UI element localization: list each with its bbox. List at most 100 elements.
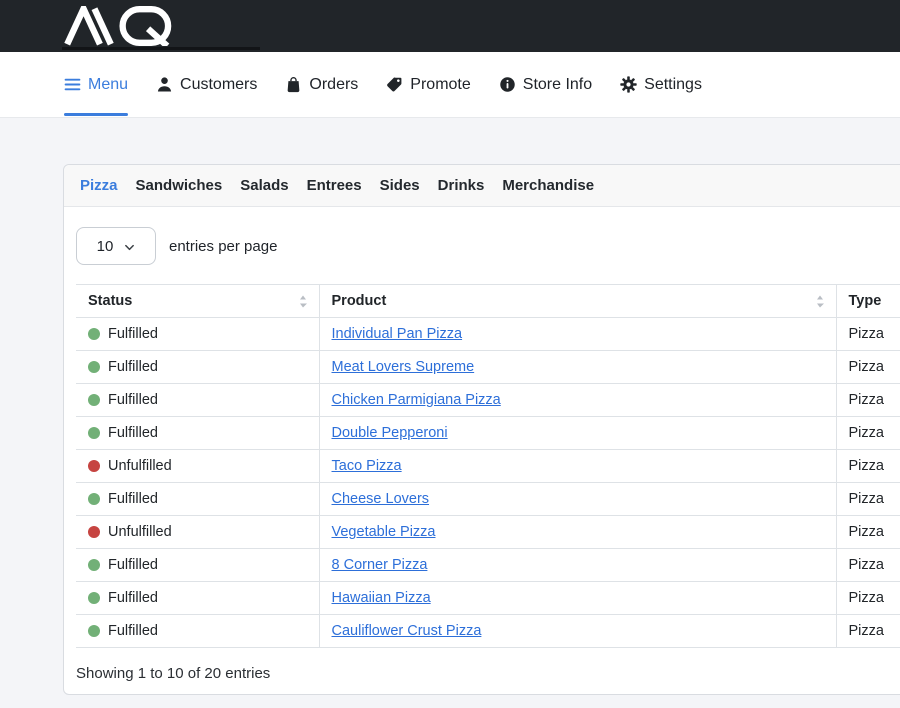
column-header-label: Type xyxy=(849,293,882,309)
table-row: Fulfilled Individual Pan Pizza Pizza xyxy=(76,318,900,351)
nav-item-label: Customers xyxy=(180,76,257,94)
card-body: 10 entries per page Status Product xyxy=(64,207,900,694)
column-header-label: Status xyxy=(88,293,132,309)
type-label: Pizza xyxy=(849,458,884,474)
nav-item-label: Store Info xyxy=(523,76,592,94)
tab-drinks[interactable]: Drinks xyxy=(438,177,485,194)
type-label: Pizza xyxy=(849,623,884,639)
type-cell: Pizza xyxy=(836,318,900,351)
product-link[interactable]: Taco Pizza xyxy=(332,458,402,474)
type-label: Pizza xyxy=(849,392,884,408)
product-link[interactable]: Meat Lovers Supreme xyxy=(332,359,475,375)
entries-summary: Showing 1 to 10 of 20 entries xyxy=(76,665,900,682)
status-label: Fulfilled xyxy=(108,590,158,606)
table-row: Fulfilled Hawaiian Pizza Pizza xyxy=(76,582,900,615)
product-link[interactable]: Cauliflower Crust Pizza xyxy=(332,623,482,639)
logo-aiq-graphic xyxy=(63,6,175,46)
status-label: Fulfilled xyxy=(108,623,158,639)
status-label: Fulfilled xyxy=(108,557,158,573)
active-nav-underline xyxy=(64,113,128,116)
column-header-product[interactable]: Product xyxy=(319,285,836,318)
type-cell: Pizza xyxy=(836,582,900,615)
type-label: Pizza xyxy=(849,425,884,441)
tag-icon xyxy=(386,76,403,93)
table-row: Unfulfilled Taco Pizza Pizza xyxy=(76,450,900,483)
logo-underline xyxy=(62,47,260,50)
status-label: Fulfilled xyxy=(108,392,158,408)
product-link[interactable]: Vegetable Pizza xyxy=(332,524,436,540)
status-cell: Fulfilled xyxy=(76,483,319,516)
table-row: Fulfilled Meat Lovers Supreme Pizza xyxy=(76,351,900,384)
page-size-label: entries per page xyxy=(169,238,277,255)
type-label: Pizza xyxy=(849,326,884,342)
main-content: Pizza Sandwiches Salads Entrees Sides Dr… xyxy=(0,118,900,695)
tab-salads[interactable]: Salads xyxy=(240,177,288,194)
status-dot-icon xyxy=(88,460,100,472)
nav-item-store-info[interactable]: Store Info xyxy=(499,52,592,118)
type-label: Pizza xyxy=(849,491,884,507)
product-cell: Cauliflower Crust Pizza xyxy=(319,615,836,648)
product-cell: Double Pepperoni xyxy=(319,417,836,450)
status-label: Fulfilled xyxy=(108,425,158,441)
status-label: Fulfilled xyxy=(108,326,158,342)
nav-item-settings[interactable]: Settings xyxy=(620,52,702,118)
type-label: Pizza xyxy=(849,524,884,540)
product-link[interactable]: Chicken Parmigiana Pizza xyxy=(332,392,501,408)
status-dot-icon xyxy=(88,559,100,571)
nav-item-label: Orders xyxy=(309,76,358,94)
nav-item-orders[interactable]: Orders xyxy=(285,52,358,118)
status-label: Unfulfilled xyxy=(108,458,172,474)
top-bar: AIQ xyxy=(0,0,900,52)
status-cell: Fulfilled xyxy=(76,384,319,417)
type-label: Pizza xyxy=(849,557,884,573)
nav-item-menu[interactable]: Menu xyxy=(64,52,128,118)
product-link[interactable]: Hawaiian Pizza xyxy=(332,590,431,606)
nav-item-promote[interactable]: Promote xyxy=(386,52,470,118)
hamburger-icon xyxy=(64,76,81,93)
product-cell: Cheese Lovers xyxy=(319,483,836,516)
logo[interactable]: AIQ xyxy=(63,5,175,47)
tab-pizza[interactable]: Pizza xyxy=(80,177,118,194)
status-cell: Fulfilled xyxy=(76,582,319,615)
sort-icon xyxy=(816,295,824,308)
page-size-select[interactable]: 10 xyxy=(76,227,156,265)
chevron-down-icon xyxy=(124,242,135,253)
tab-sides[interactable]: Sides xyxy=(380,177,420,194)
product-link[interactable]: 8 Corner Pizza xyxy=(332,557,428,573)
type-cell: Pizza xyxy=(836,549,900,582)
person-icon xyxy=(156,76,173,93)
nav-item-label: Menu xyxy=(88,76,128,94)
tab-merchandise[interactable]: Merchandise xyxy=(502,177,594,194)
column-header-label: Product xyxy=(332,293,387,309)
sort-icon xyxy=(299,295,307,308)
table-header-row: Status Product Type xyxy=(76,285,900,318)
gear-icon xyxy=(620,76,637,93)
table-row: Fulfilled Cauliflower Crust Pizza Pizza xyxy=(76,615,900,648)
type-cell: Pizza xyxy=(836,384,900,417)
nav-item-label: Promote xyxy=(410,76,470,94)
tab-sandwiches[interactable]: Sandwiches xyxy=(136,177,223,194)
status-dot-icon xyxy=(88,592,100,604)
product-link[interactable]: Cheese Lovers xyxy=(332,491,430,507)
category-tabs: Pizza Sandwiches Salads Entrees Sides Dr… xyxy=(64,165,900,207)
status-dot-icon xyxy=(88,625,100,637)
type-label: Pizza xyxy=(849,590,884,606)
type-cell: Pizza xyxy=(836,450,900,483)
type-cell: Pizza xyxy=(836,516,900,549)
nav-item-customers[interactable]: Customers xyxy=(156,52,257,118)
product-cell: Taco Pizza xyxy=(319,450,836,483)
product-link[interactable]: Individual Pan Pizza xyxy=(332,326,463,342)
status-dot-icon xyxy=(88,493,100,505)
info-icon xyxy=(499,76,516,93)
page-size-row: 10 entries per page xyxy=(76,227,900,265)
bag-icon xyxy=(285,76,302,93)
status-cell: Fulfilled xyxy=(76,318,319,351)
product-link[interactable]: Double Pepperoni xyxy=(332,425,448,441)
tab-entrees[interactable]: Entrees xyxy=(307,177,362,194)
status-cell: Fulfilled xyxy=(76,615,319,648)
page-size-value: 10 xyxy=(97,238,114,255)
table-row: Fulfilled Cheese Lovers Pizza xyxy=(76,483,900,516)
status-label: Fulfilled xyxy=(108,491,158,507)
status-dot-icon xyxy=(88,427,100,439)
column-header-status[interactable]: Status xyxy=(76,285,319,318)
